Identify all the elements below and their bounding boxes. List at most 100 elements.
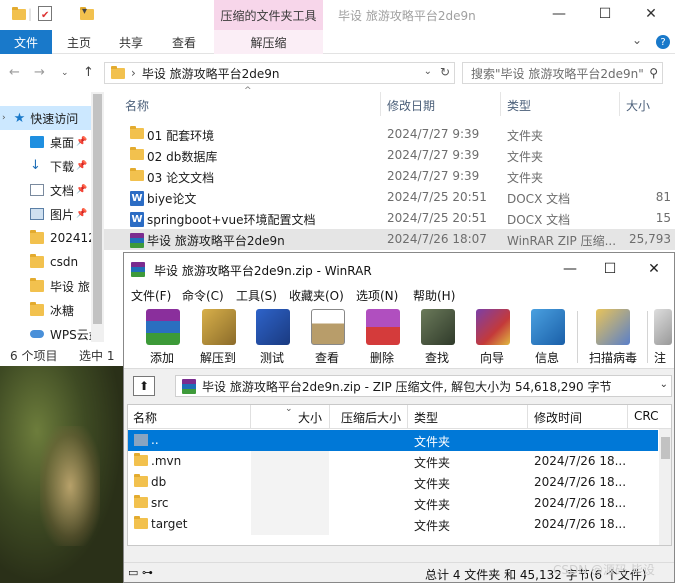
- maximize-button[interactable]: ☐: [582, 2, 628, 26]
- file-type: WinRAR ZIP 压缩...: [507, 234, 617, 248]
- menu-options[interactable]: 选项(N): [356, 287, 398, 304]
- archive-scrollbar[interactable]: [659, 429, 671, 545]
- archive-row[interactable]: db 文件夹 2024/7/26 18...: [128, 472, 658, 493]
- nav-quick-access[interactable]: › ★ 快速访问: [0, 106, 91, 130]
- column-divider[interactable]: [329, 405, 330, 429]
- wizard-button[interactable]: 向导: [464, 307, 520, 367]
- column-crc[interactable]: CRC: [634, 409, 659, 423]
- close-button[interactable]: ✕: [628, 2, 674, 26]
- file-row[interactable]: W springboot+vue环境配置文档 2024/7/25 20:51 D…: [104, 208, 675, 229]
- winrar-menubar: 文件(F) 命令(C) 工具(S) 收藏夹(O) 选项(N) 帮助(H): [124, 285, 674, 305]
- column-name[interactable]: 名称: [133, 409, 157, 426]
- test-button[interactable]: 测试: [244, 307, 300, 367]
- comment-button[interactable]: 注: [650, 307, 672, 367]
- column-divider[interactable]: [527, 405, 528, 429]
- tab-share[interactable]: 共享: [110, 30, 152, 54]
- archive-row[interactable]: .mvn 文件夹 2024/7/26 18...: [128, 451, 658, 472]
- column-divider[interactable]: [627, 405, 628, 429]
- chevron-down-icon[interactable]: ⌄: [660, 379, 668, 390]
- minimize-button[interactable]: —: [536, 2, 582, 26]
- column-divider[interactable]: [407, 405, 408, 429]
- winrar-window: 毕设 旅游攻略平台2de9n.zip - WinRAR — ☐ ✕ 文件(F) …: [123, 252, 675, 583]
- address-bar[interactable]: › 毕设 旅游攻略平台2de9n ⌄ ↻: [104, 62, 455, 84]
- menu-tools[interactable]: 工具(S): [236, 287, 277, 304]
- tab-view[interactable]: 查看: [163, 30, 205, 54]
- nav-item-wps-cloud[interactable]: WPS云盘: [0, 326, 92, 342]
- archive-list-header: 名称 ⌄ 大小 压缩后大小 类型 修改时间 CRC: [128, 405, 671, 429]
- column-size[interactable]: 大小: [626, 97, 650, 114]
- up-folder-icon[interactable]: ⬆: [133, 376, 155, 396]
- minimize-button[interactable]: —: [550, 257, 590, 281]
- menu-commands[interactable]: 命令(C): [182, 287, 224, 304]
- column-date[interactable]: 修改日期: [387, 97, 435, 114]
- archive-row-selected[interactable]: .. 文件夹: [128, 430, 658, 451]
- nav-item-desktop[interactable]: 桌面 📌: [0, 130, 92, 154]
- chevron-down-icon[interactable]: ⌄: [424, 66, 432, 77]
- quick-access-dropdown-icon[interactable]: ▾: [82, 6, 87, 17]
- column-type[interactable]: 类型: [414, 409, 438, 426]
- drive-key-icon[interactable]: ▭ ⊶: [128, 566, 153, 579]
- folder-icon: [30, 302, 44, 316]
- nav-item-downloads[interactable]: ↓ 下载 📌: [0, 154, 92, 178]
- nav-item-documents[interactable]: 文档 📌: [0, 178, 92, 202]
- test-checkmark-icon: [256, 309, 290, 345]
- file-row[interactable]: W biye论文 2024/7/25 20:51 DOCX 文档 81: [104, 187, 675, 208]
- nav-item-folder[interactable]: csdn: [0, 250, 92, 274]
- column-packed[interactable]: 压缩后大小: [341, 409, 401, 426]
- nav-item-folder[interactable]: 毕设 旅: [0, 274, 92, 298]
- file-row-selected[interactable]: 毕设 旅游攻略平台2de9n 2024/7/26 18:07 WinRAR ZI…: [104, 229, 675, 250]
- virus-scan-button[interactable]: 扫描病毒: [583, 307, 643, 367]
- file-row[interactable]: 02 db数据库 2024/7/27 9:39 文件夹: [104, 145, 675, 166]
- menu-file[interactable]: 文件(F): [131, 287, 171, 304]
- breadcrumb[interactable]: 毕设 旅游攻略平台2de9n: [142, 65, 280, 82]
- virus-scan-icon: [596, 309, 630, 345]
- tab-decompress[interactable]: 解压缩: [214, 30, 323, 54]
- column-divider[interactable]: [380, 92, 381, 116]
- help-icon[interactable]: ?: [656, 35, 670, 49]
- file-row[interactable]: 03 论文文档 2024/7/27 9:39 文件夹: [104, 166, 675, 187]
- forward-arrow-icon[interactable]: →: [34, 65, 45, 80]
- file-row[interactable]: 01 配套环境 2024/7/27 9:39 文件夹: [104, 124, 675, 145]
- column-size[interactable]: 大小: [298, 409, 322, 426]
- chevron-down-icon[interactable]: ⌄: [632, 33, 642, 47]
- info-button[interactable]: 信息: [519, 307, 575, 367]
- search-icon[interactable]: ⚲: [646, 66, 658, 80]
- find-button[interactable]: 查找: [409, 307, 465, 367]
- word-icon: W: [130, 212, 144, 227]
- archive-row[interactable]: src 文件夹 2024/7/26 18...: [128, 493, 658, 514]
- nav-scrollbar[interactable]: [91, 92, 104, 342]
- archive-row[interactable]: target 文件夹 2024/7/26 18...: [128, 514, 658, 535]
- properties-icon[interactable]: ✔: [38, 6, 52, 21]
- column-name[interactable]: 名称: [125, 97, 149, 114]
- search-input[interactable]: 搜索"毕设 旅游攻略平台2de9n" ⚲: [462, 62, 663, 84]
- extract-to-button[interactable]: 解压到: [190, 307, 246, 367]
- recent-locations-icon[interactable]: ⌄: [61, 68, 69, 78]
- row-modified: 2024/7/26 18...: [534, 454, 627, 468]
- nav-item-folder[interactable]: 202412: [0, 226, 92, 250]
- menu-help[interactable]: 帮助(H): [413, 287, 455, 304]
- column-divider[interactable]: [250, 405, 251, 429]
- up-arrow-icon[interactable]: ↑: [83, 65, 94, 80]
- expand-arrow-icon[interactable]: ›: [2, 113, 6, 123]
- menu-favorites[interactable]: 收藏夹(O): [289, 287, 344, 304]
- close-button[interactable]: ✕: [634, 257, 674, 281]
- maximize-button[interactable]: ☐: [590, 257, 630, 281]
- column-divider[interactable]: [500, 92, 501, 116]
- column-modified[interactable]: 修改时间: [534, 409, 582, 426]
- nav-item-folder[interactable]: 冰糖: [0, 298, 92, 322]
- view-button[interactable]: 查看: [299, 307, 355, 367]
- scrollbar-thumb[interactable]: [661, 437, 670, 459]
- column-type[interactable]: 类型: [507, 97, 531, 114]
- tab-home[interactable]: 主页: [58, 30, 100, 54]
- nav-item-pictures[interactable]: 图片 📌: [0, 202, 92, 226]
- refresh-icon[interactable]: ↻: [440, 65, 450, 79]
- back-arrow-icon[interactable]: ←: [9, 65, 20, 80]
- archive-path-field[interactable]: 毕设 旅游攻略平台2de9n.zip - ZIP 压缩文件, 解包大小为 54,…: [175, 375, 672, 397]
- tab-file[interactable]: 文件: [0, 30, 52, 54]
- column-shade: [251, 514, 329, 535]
- nav-label: 文档: [50, 183, 75, 198]
- column-divider[interactable]: [619, 92, 620, 116]
- scrollbar-thumb[interactable]: [93, 94, 102, 324]
- delete-button[interactable]: 删除: [354, 307, 410, 367]
- add-button[interactable]: 添加: [134, 307, 190, 367]
